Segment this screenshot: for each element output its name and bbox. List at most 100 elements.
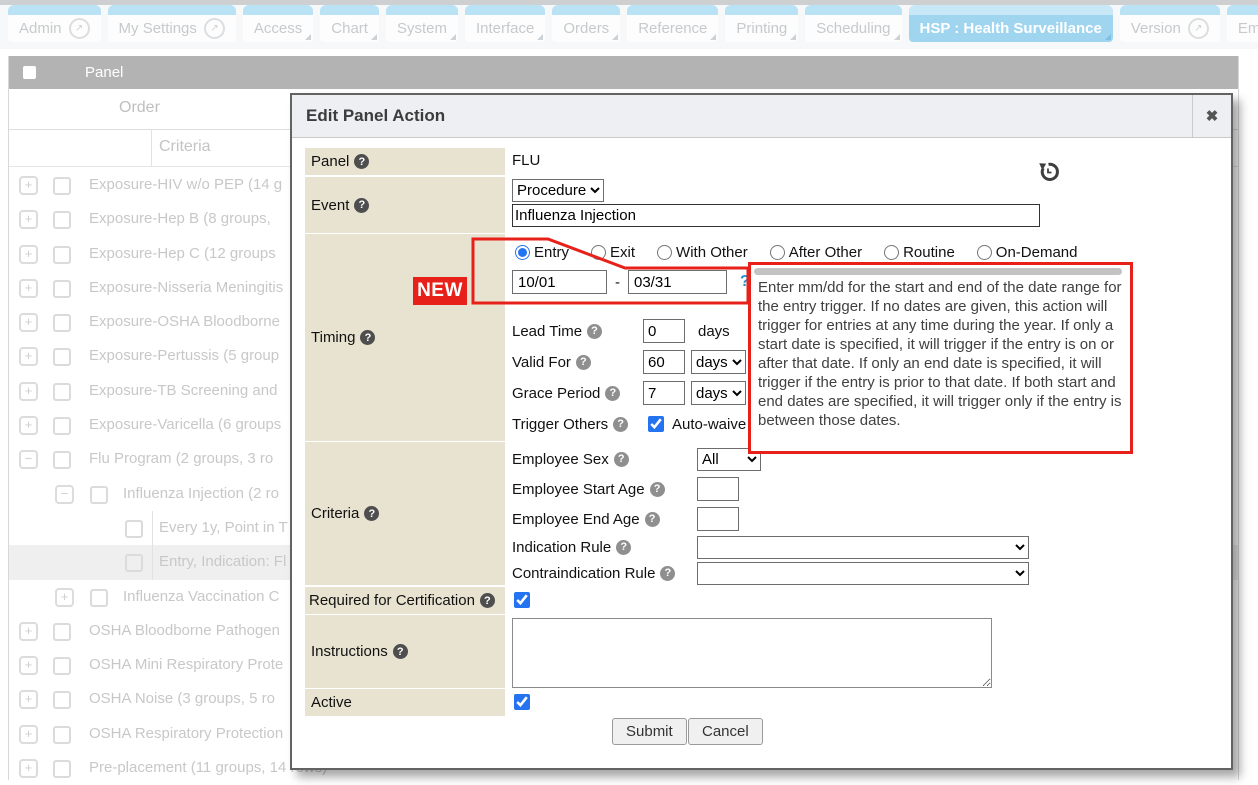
tab-orders[interactable]: Orders <box>552 5 620 42</box>
row-checkbox[interactable] <box>53 691 71 709</box>
row-checkbox[interactable] <box>53 657 71 675</box>
tab-system[interactable]: System <box>386 5 458 42</box>
expand-icon[interactable] <box>19 725 38 744</box>
tab-my-settings[interactable]: My Settings↗ <box>108 5 236 42</box>
help-icon[interactable] <box>587 324 602 339</box>
tab-version[interactable]: Version↗ <box>1120 5 1220 42</box>
external-link-icon[interactable]: ↗ <box>204 18 225 39</box>
grace-period-input[interactable] <box>643 381 685 405</box>
radio-on-demand-input[interactable] <box>977 245 992 260</box>
row-checkbox[interactable] <box>125 554 143 572</box>
radio-entry[interactable]: Entry <box>515 244 569 261</box>
tab-chart[interactable]: Chart <box>320 5 379 42</box>
expand-icon[interactable] <box>19 382 38 401</box>
contraindication-rule-select[interactable] <box>697 562 1029 585</box>
radio-with-other-input[interactable] <box>657 245 672 260</box>
row-checkbox[interactable] <box>53 383 71 401</box>
radio-entry-input[interactable] <box>515 245 530 260</box>
row-checkbox[interactable] <box>53 726 71 744</box>
expand-icon[interactable] <box>19 656 38 675</box>
radio-exit-input[interactable] <box>591 245 606 260</box>
row-checkbox[interactable] <box>53 280 71 298</box>
radio-on-demand[interactable]: On-Demand <box>977 244 1078 261</box>
row-checkbox[interactable] <box>53 177 71 195</box>
help-icon[interactable] <box>393 644 408 659</box>
required-certification-checkbox[interactable] <box>514 592 530 608</box>
expand-icon[interactable] <box>19 347 38 366</box>
help-icon[interactable] <box>480 593 495 608</box>
help-icon[interactable] <box>360 330 375 345</box>
instructions-textarea[interactable] <box>512 618 992 688</box>
tab-employer-organizations[interactable]: Employer Organi <box>1227 5 1258 42</box>
row-checkbox[interactable] <box>53 348 71 366</box>
expand-icon[interactable] <box>19 176 38 195</box>
employee-start-age-input[interactable] <box>697 477 739 501</box>
collapse-icon[interactable] <box>19 450 38 469</box>
expand-icon[interactable] <box>19 210 38 229</box>
event-type-select[interactable]: Procedure <box>512 179 604 202</box>
help-icon[interactable] <box>660 566 675 581</box>
tab-scheduling[interactable]: Scheduling <box>805 5 901 42</box>
collapse-icon[interactable] <box>55 485 74 504</box>
tab-printing[interactable]: Printing <box>725 5 798 42</box>
help-icon[interactable] <box>650 482 665 497</box>
employee-end-age-input[interactable] <box>697 507 739 531</box>
expand-icon[interactable] <box>19 622 38 641</box>
tab-reference[interactable]: Reference <box>627 5 718 42</box>
tab-interface[interactable]: Interface <box>465 5 545 42</box>
help-icon[interactable] <box>364 506 379 521</box>
select-all-checkbox[interactable] <box>23 66 36 79</box>
indication-rule-select[interactable] <box>697 536 1029 559</box>
event-name-input[interactable] <box>512 204 1040 227</box>
close-icon[interactable] <box>1192 95 1231 137</box>
row-checkbox[interactable] <box>53 451 71 469</box>
end-date-input[interactable] <box>628 270 727 294</box>
radio-with-other[interactable]: With Other <box>657 244 748 261</box>
tab-hsp-health-surveillance[interactable]: HSP : Health Surveillance <box>909 5 1113 42</box>
help-icon[interactable] <box>605 386 620 401</box>
help-icon[interactable] <box>645 512 660 527</box>
help-icon[interactable] <box>354 198 369 213</box>
submit-button[interactable]: Submit <box>612 718 687 745</box>
help-icon[interactable] <box>614 452 629 467</box>
help-icon[interactable] <box>576 355 591 370</box>
row-checkbox[interactable] <box>53 314 71 332</box>
row-checkbox[interactable] <box>90 486 108 504</box>
row-checkbox[interactable] <box>53 417 71 435</box>
expand-icon[interactable] <box>19 245 38 264</box>
expand-icon[interactable] <box>19 690 38 709</box>
start-date-input[interactable] <box>512 270 607 294</box>
valid-for-unit-select[interactable]: days <box>691 350 746 374</box>
help-icon[interactable] <box>354 154 369 169</box>
radio-after-other[interactable]: After Other <box>770 244 862 261</box>
help-icon[interactable] <box>613 417 628 432</box>
grace-period-unit-select[interactable]: days <box>691 381 746 405</box>
expand-icon[interactable] <box>19 313 38 332</box>
row-checkbox[interactable] <box>53 211 71 229</box>
tooltip-scrollbar[interactable] <box>754 268 1122 275</box>
row-checkbox[interactable] <box>53 760 71 778</box>
expand-icon[interactable] <box>19 416 38 435</box>
lead-time-input[interactable] <box>643 319 685 343</box>
external-link-icon[interactable]: ↗ <box>69 18 90 39</box>
valid-for-input[interactable] <box>643 350 685 374</box>
tab-access[interactable]: Access <box>243 5 313 42</box>
row-checkbox[interactable] <box>125 520 143 538</box>
required-certification-label: Required for Certification <box>309 592 475 609</box>
expand-icon[interactable] <box>19 759 38 778</box>
help-icon[interactable] <box>616 540 631 555</box>
row-checkbox[interactable] <box>90 589 108 607</box>
row-checkbox[interactable] <box>53 623 71 641</box>
radio-exit[interactable]: Exit <box>591 244 635 261</box>
radio-routine-input[interactable] <box>884 245 899 260</box>
active-checkbox[interactable] <box>514 694 530 710</box>
expand-icon[interactable] <box>19 279 38 298</box>
cancel-button[interactable]: Cancel <box>688 718 763 745</box>
trigger-others-checkbox[interactable] <box>648 416 664 432</box>
row-checkbox[interactable] <box>53 246 71 264</box>
tab-admin[interactable]: Admin↗ <box>8 5 101 42</box>
expand-icon[interactable] <box>55 588 74 607</box>
external-link-icon[interactable]: ↗ <box>1188 18 1209 39</box>
radio-routine[interactable]: Routine <box>884 244 955 261</box>
radio-after-other-input[interactable] <box>770 245 785 260</box>
